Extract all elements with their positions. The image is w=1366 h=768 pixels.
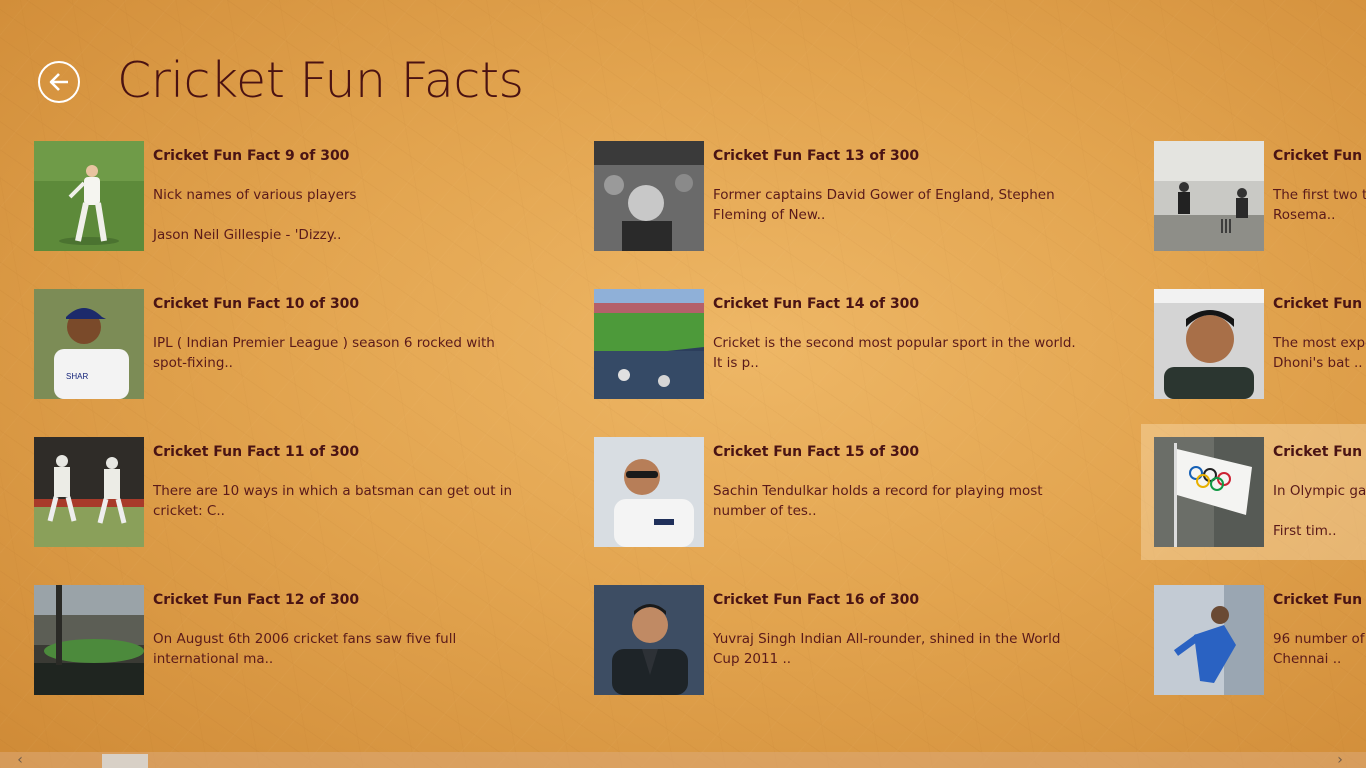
fact-description: On August 6th 2006 cricket fans saw five… <box>153 631 457 667</box>
fact-item[interactable]: Cricket Fun Fact 16 of 300 Yuvraj Singh … <box>594 585 1114 695</box>
fact-title: Cricket Fun Fact 11 of 300 <box>153 444 360 460</box>
bowler-blue-photo <box>1154 585 1264 695</box>
fact-item-selected[interactable]: Cricket Fun Fa In Olympic gar First tim.… <box>1141 424 1366 560</box>
fact-title: Cricket Fun Fa <box>1273 444 1366 460</box>
fact-description: 96 number of r Chennai .. <box>1273 631 1365 667</box>
crowd-bw-photo <box>594 141 704 251</box>
olympic-flag-photo <box>1154 437 1264 547</box>
fact-description: The most expe Dhoni's bat .. <box>1273 335 1366 371</box>
player-portrait-photo <box>1154 289 1264 399</box>
scroll-left-icon[interactable]: ‹ <box>8 752 32 768</box>
fact-title: Cricket Fun Fact 14 of 300 <box>713 296 920 312</box>
fact-title: Cricket Fun Fact 10 of 300 <box>153 296 360 312</box>
fact-description: Yuvraj Singh Indian All-rounder, shined … <box>713 631 1061 667</box>
fact-title: Cricket Fun Fact 13 of 300 <box>713 148 920 164</box>
fact-title: Cricket Fun Fa <box>1273 592 1366 608</box>
fact-item[interactable]: Cricket Fun Fa 96 number of r Chennai .. <box>1154 585 1366 695</box>
fact-item[interactable]: SHAR Cricket Fun Fact 10 of 300 IPL ( In… <box>34 289 554 399</box>
fact-description: In Olympic gar First tim.. <box>1273 483 1366 539</box>
fact-description: Former captains David Gower of England, … <box>713 187 1055 223</box>
cricket-ground-photo <box>594 289 704 399</box>
fact-item[interactable]: Cricket Fun Fact 14 of 300 Cricket is th… <box>594 289 1114 399</box>
fact-title: Cricket Fun Fact 12 of 300 <box>153 592 360 608</box>
fact-title: Cricket Fun Fa <box>1273 296 1366 312</box>
player-in-cap-photo: SHAR <box>34 289 144 399</box>
scroll-right-icon[interactable]: › <box>1328 752 1352 768</box>
fact-item[interactable]: Cricket Fun Fa The first two tv Rosema.. <box>1154 141 1366 251</box>
fact-title: Cricket Fun Fa <box>1273 148 1366 164</box>
fact-description: There are 10 ways in which a batsman can… <box>153 483 513 519</box>
fact-title: Cricket Fun Fact 15 of 300 <box>713 444 920 460</box>
fact-item[interactable]: Cricket Fun Fa The most expe Dhoni's bat… <box>1154 289 1366 399</box>
fact-item[interactable]: Cricket Fun Fact 12 of 300 On August 6th… <box>34 585 554 695</box>
player-suit-photo <box>594 585 704 695</box>
fact-title: Cricket Fun Fact 16 of 300 <box>713 592 920 608</box>
svg-text:SHAR: SHAR <box>66 372 88 381</box>
fact-item[interactable]: Cricket Fun Fact 9 of 300 Nick names of … <box>34 141 554 251</box>
horizontal-scrollbar[interactable]: ‹ › <box>0 752 1366 768</box>
fact-item[interactable]: Cricket Fun Fact 15 of 300 Sachin Tendul… <box>594 437 1114 547</box>
vintage-cricket-photo <box>1154 141 1264 251</box>
fact-description: The first two tv Rosema.. <box>1273 187 1366 223</box>
fact-description: Sachin Tendulkar holds a record for play… <box>713 483 1043 519</box>
fact-item[interactable]: Cricket Fun Fact 13 of 300 Former captai… <box>594 141 1114 251</box>
batsmen-running-photo <box>34 437 144 547</box>
fact-item[interactable]: Cricket Fun Fact 11 of 300 There are 10 … <box>34 437 554 547</box>
stadium-crowd-photo <box>34 585 144 695</box>
facts-grid: Cricket Fun Fact 9 of 300 Nick names of … <box>0 0 1366 768</box>
scrollbar-thumb[interactable] <box>102 754 148 768</box>
fact-description: Nick names of various players Jason Neil… <box>153 187 357 243</box>
fact-description: IPL ( Indian Premier League ) season 6 r… <box>153 335 495 371</box>
player-sunglasses-photo <box>594 437 704 547</box>
fact-title: Cricket Fun Fact 9 of 300 <box>153 148 350 164</box>
bowler-on-field-photo <box>34 141 144 251</box>
fact-description: Cricket is the second most popular sport… <box>713 335 1076 371</box>
